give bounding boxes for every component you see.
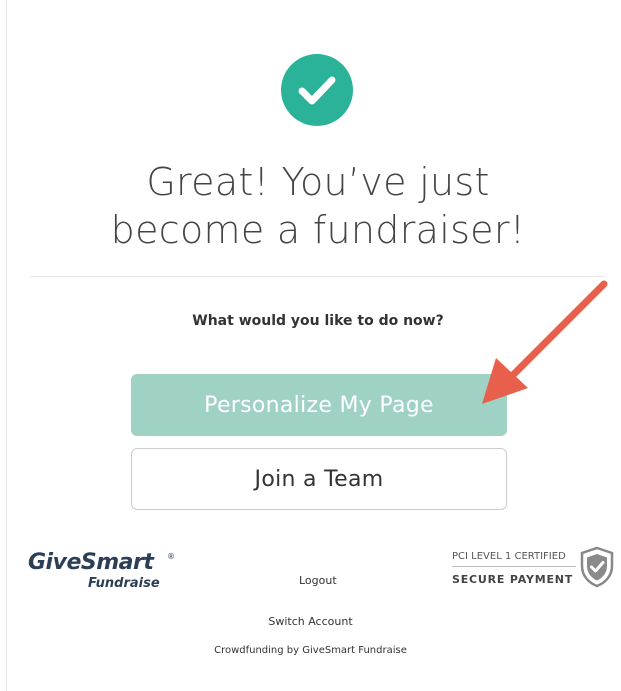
crowdfunding-credit-link[interactable]: Crowdfunding by GiveSmart Fundraise xyxy=(0,645,621,656)
secure-payment-label: SECURE PAYMENT xyxy=(452,573,574,586)
success-headline: Great! You’ve just become a fundraiser! xyxy=(30,158,606,254)
section-divider xyxy=(30,276,606,277)
logo-subtitle: Fundraise xyxy=(88,576,160,591)
logout-link[interactable]: Logout xyxy=(299,574,337,587)
shield-check-icon xyxy=(580,546,614,588)
personalize-my-page-button[interactable]: Personalize My Page xyxy=(131,374,507,436)
annotation-arrow-icon xyxy=(482,280,608,404)
check-circle-icon xyxy=(281,54,353,126)
join-a-team-button[interactable]: Join a Team xyxy=(131,448,507,510)
left-border-divider xyxy=(6,0,7,691)
checkmark-icon xyxy=(298,76,336,105)
logo-registered-mark: ® xyxy=(167,552,175,561)
headline-line-2: become a fundraiser! xyxy=(110,208,526,252)
givesmart-fundraise-logo: GiveSmart ® Fundraise xyxy=(28,550,178,600)
logo-wordmark: GiveSmart xyxy=(28,550,154,575)
pci-certified-label: PCI LEVEL 1 CERTIFIED xyxy=(452,551,576,567)
headline-line-1: Great! You’ve just xyxy=(146,160,490,204)
switch-account-link[interactable]: Switch Account xyxy=(0,615,621,628)
page: Great! You’ve just become a fundraiser! … xyxy=(0,0,621,691)
